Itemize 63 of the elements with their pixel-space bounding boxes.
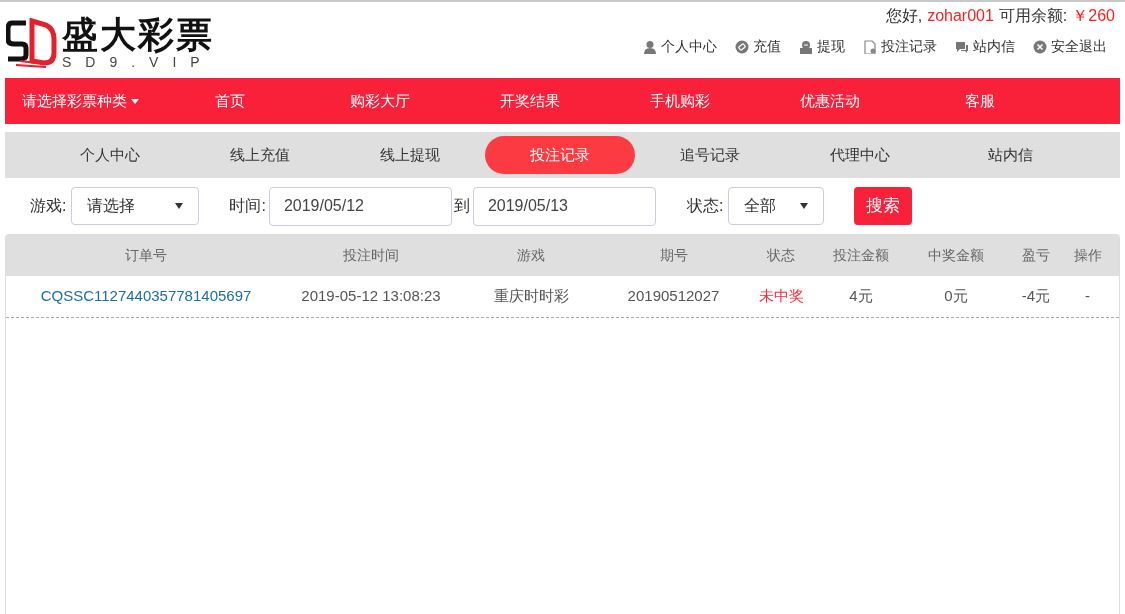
column-header: 订单号: [124, 246, 168, 265]
close-icon: [1033, 39, 1047, 54]
column-header: 操作: [1072, 246, 1103, 265]
table-cell-text: -4元: [1020, 286, 1052, 307]
table-cell-text: 未中奖: [757, 286, 805, 307]
column-header: 中奖金额: [927, 246, 985, 265]
tab[interactable]: 线上提现: [335, 136, 485, 174]
balance-label: 可用余额:: [998, 6, 1068, 26]
table-cell-text: 重庆时时彩: [492, 286, 570, 307]
username: zohar001: [927, 6, 994, 26]
nav-link[interactable]: 首页: [155, 89, 305, 113]
time-label: 时间:: [229, 196, 266, 216]
nav-link[interactable]: 购彩大厅: [305, 89, 455, 113]
table-cell-text: 20190512027: [626, 286, 721, 307]
select-field[interactable]: 请选择: [71, 187, 200, 225]
date-field[interactable]: 2019/05/12: [268, 186, 452, 226]
user-menu-link[interactable]: 投注记录: [863, 36, 937, 57]
logo-icon: [6, 17, 58, 69]
status-label: 状态:: [686, 196, 724, 216]
nav-link[interactable]: 优惠活动: [755, 89, 905, 113]
game-label: 游戏:: [30, 196, 67, 216]
logo-domain: SD9.VIP: [62, 54, 214, 70]
date-field[interactable]: 2019/05/13: [472, 186, 656, 226]
tab[interactable]: 线上充值: [185, 136, 335, 174]
caret-icon: [175, 203, 184, 209]
column-header: 盈亏: [1021, 246, 1051, 265]
table-cell-text: 2019-05-12 13:08:23: [300, 286, 442, 307]
tab[interactable]: 追号记录: [635, 136, 785, 174]
user-menu-link[interactable]: 站内信: [955, 36, 1015, 57]
caret-icon: [800, 203, 809, 209]
tab[interactable]: 个人中心: [35, 136, 185, 174]
balance-amount: ￥260: [1072, 6, 1115, 26]
tab[interactable]: 投注记录: [485, 136, 635, 174]
caret-icon: [130, 98, 139, 104]
document-icon: [863, 39, 877, 54]
column-header: 投注时间: [342, 246, 400, 265]
column-header: 期号: [658, 246, 689, 265]
greeting-text: 您好,: [885, 6, 923, 26]
tab[interactable]: 代理中心: [785, 136, 935, 174]
nav-link[interactable]: 手机购彩: [605, 89, 755, 113]
nav-link[interactable]: 客服: [905, 89, 1055, 113]
table-cell-text: 0元: [943, 286, 969, 307]
tray-icon: [799, 39, 813, 54]
logo-title: 盛大彩票: [62, 16, 214, 54]
user-menu-link[interactable]: 提现: [799, 36, 845, 57]
column-header: 游戏: [516, 246, 546, 265]
user-menu-link[interactable]: 充值: [735, 36, 781, 57]
nav-link[interactable]: 请选择彩票种类: [5, 89, 155, 113]
search-button[interactable]: 搜索: [854, 187, 913, 225]
select-field[interactable]: 全部: [728, 187, 825, 225]
tag-icon: [735, 39, 749, 54]
chat-icon: [955, 39, 969, 54]
order-link[interactable]: CQSSC1127440357781405697: [6, 285, 286, 308]
person-icon: [643, 39, 657, 54]
user-menu-link[interactable]: 安全退出: [1033, 36, 1107, 57]
tab[interactable]: 站内信: [935, 136, 1085, 174]
table-cell-text: -: [1084, 286, 1091, 307]
column-header: 投注金额: [832, 246, 890, 265]
nav-link[interactable]: 开奖结果: [455, 89, 605, 113]
to-label: 到: [453, 196, 470, 216]
column-header: 状态: [766, 246, 796, 265]
table-cell-text: 4元: [848, 286, 874, 307]
user-menu-link[interactable]: 个人中心: [643, 36, 717, 57]
